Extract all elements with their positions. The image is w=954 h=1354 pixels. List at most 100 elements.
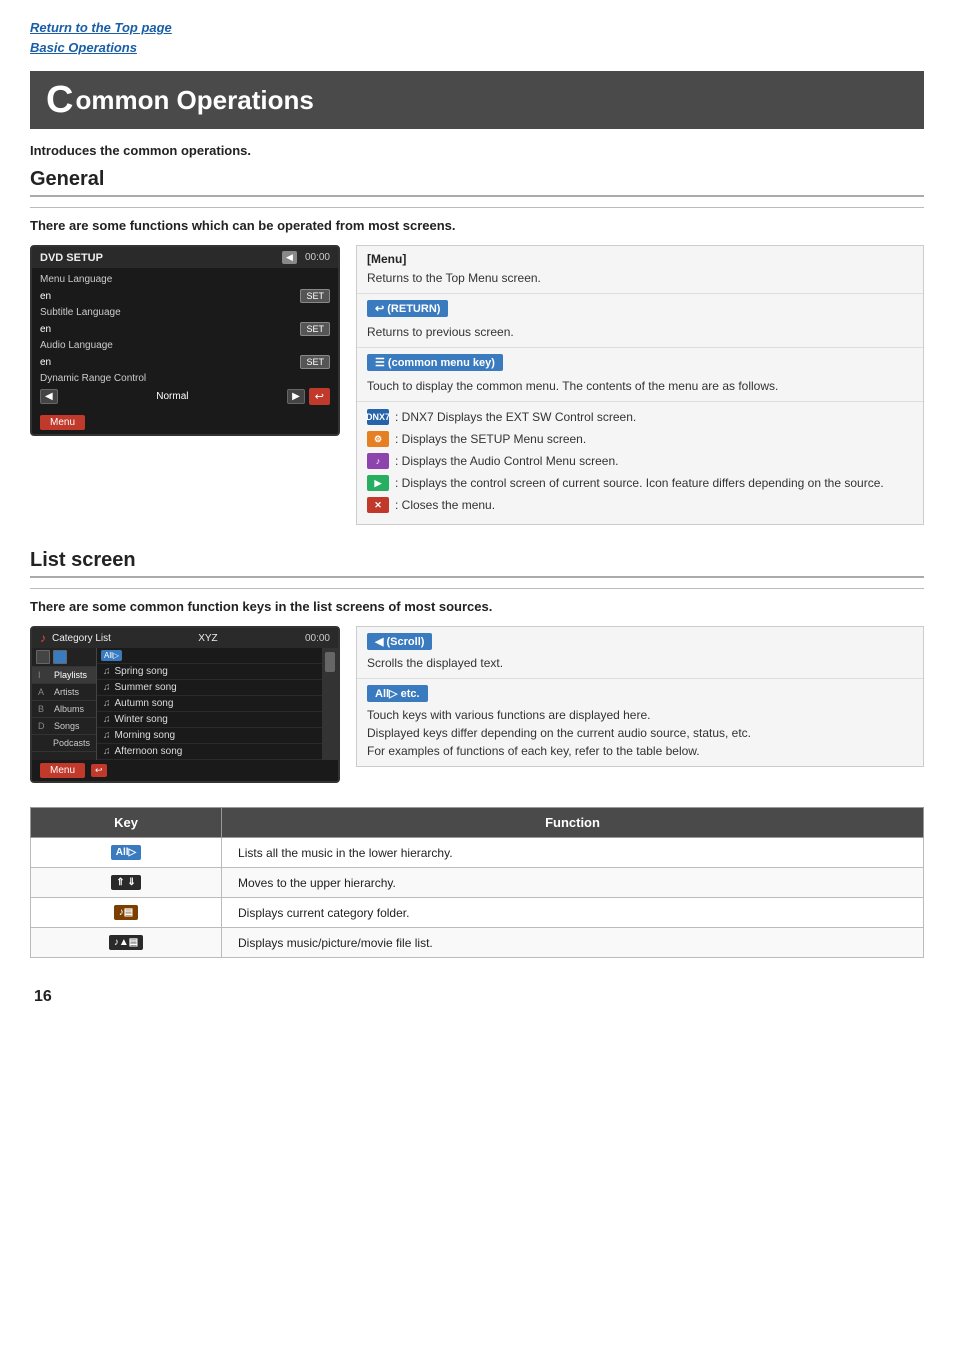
song-name-spring: Spring song bbox=[115, 666, 168, 677]
audio-lang-label: Audio Language bbox=[40, 340, 113, 351]
song-icon-summer: ♫ bbox=[103, 682, 111, 693]
menu-desc: Returns to the Top Menu screen. bbox=[367, 269, 913, 287]
cat-time: 00:00 bbox=[305, 633, 330, 644]
breadcrumb-link-top[interactable]: Return to the Top page bbox=[30, 18, 924, 38]
general-desc: There are some functions which can be op… bbox=[30, 218, 924, 233]
table-cell-function: Lists all the music in the lower hierarc… bbox=[222, 838, 924, 868]
normal-label: Normal bbox=[62, 391, 283, 402]
bullet-icon-setup: ⚙ bbox=[367, 431, 389, 447]
song-icon-spring: ♫ bbox=[103, 666, 111, 677]
table-cell-key: All▷ bbox=[31, 838, 222, 868]
dynamic-range-control: ◀ Normal ▶ ↩ bbox=[32, 386, 338, 407]
dynamic-range-label: Dynamic Range Control bbox=[40, 373, 146, 384]
cat-song-autumn[interactable]: ♫ Autumn song bbox=[97, 696, 322, 712]
menu-lang-value-row: en SET bbox=[32, 287, 338, 305]
cat-main: All▷ ♫ Spring song ♫ Summer song ♫ Aut bbox=[97, 648, 322, 760]
menu-lang-label: Menu Language bbox=[40, 274, 112, 285]
scroll-desc: Scrolls the displayed text. bbox=[367, 654, 913, 672]
key-cell-2: ♪▤ bbox=[47, 905, 205, 920]
bullet-dnx7-text: : DNX7 Displays the EXT SW Control scree… bbox=[395, 408, 636, 426]
cat-footer: Menu ↩ bbox=[32, 760, 338, 781]
cat-song-spring[interactable]: ♫ Spring song bbox=[97, 664, 322, 680]
bullet-icon-dnx7: DNX7 bbox=[367, 409, 389, 425]
all-btn-row: All▷ bbox=[97, 648, 322, 664]
dvd-screen-header: DVD SETUP ◀ 00:00 bbox=[32, 247, 338, 268]
cat-letter-d: D bbox=[38, 721, 50, 731]
cat-menu-btn[interactable]: Menu bbox=[40, 763, 85, 778]
table-cell-function: Moves to the upper hierarchy. bbox=[222, 868, 924, 898]
cat-icon: ♪ bbox=[40, 631, 46, 645]
cat-song-winter[interactable]: ♫ Winter song bbox=[97, 712, 322, 728]
key-badge-1: ⇑ ⇓ bbox=[111, 875, 141, 890]
return-key: ↩ (RETURN) bbox=[367, 300, 448, 317]
cat-sidebar-playlists[interactable]: I Playlists bbox=[32, 667, 96, 684]
table-cell-key: ♪▤ bbox=[31, 898, 222, 928]
dvd-header-icon: ◀ bbox=[282, 251, 297, 264]
list-two-col: ♪ Category List XYZ 00:00 bbox=[30, 626, 924, 783]
bullet-source: ▶ : Displays the control screen of curre… bbox=[367, 474, 913, 492]
bullet-source-text: : Displays the control screen of current… bbox=[395, 474, 884, 492]
cat-song-morning[interactable]: ♫ Morning song bbox=[97, 728, 322, 744]
bullet-audio: ♪ : Displays the Audio Control Menu scre… bbox=[367, 452, 913, 470]
cat-sidebar-songs[interactable]: D Songs bbox=[32, 718, 96, 735]
cat-letter-a: A bbox=[38, 687, 50, 697]
list-info-box: ◀ (Scroll) Scrolls the displayed text. A… bbox=[356, 626, 924, 767]
subtitle-lang-label: Subtitle Language bbox=[40, 307, 121, 318]
breadcrumb-link-basic[interactable]: Basic Operations bbox=[30, 38, 924, 58]
cat-label-artists: Artists bbox=[54, 687, 79, 697]
bullet-setup: ⚙ : Displays the SETUP Menu screen. bbox=[367, 430, 913, 448]
song-name-winter: Winter song bbox=[115, 714, 168, 725]
cat-label-podcasts: Podcasts bbox=[53, 738, 90, 748]
function-table: Key Function All▷Lists all the music in … bbox=[30, 807, 924, 958]
audio-lang-set[interactable]: SET bbox=[300, 355, 330, 369]
dvd-time: 00:00 bbox=[305, 252, 330, 263]
dvd-screen-mockup: DVD SETUP ◀ 00:00 Menu Language en SET bbox=[30, 245, 340, 436]
cat-back-btn[interactable]: ↩ bbox=[91, 764, 107, 777]
cat-screen-col: ♪ Category List XYZ 00:00 bbox=[30, 626, 340, 783]
general-info-col: [Menu] Returns to the Top Menu screen. ↩… bbox=[356, 245, 924, 525]
cat-icons-row bbox=[32, 648, 96, 667]
cat-header-left: ♪ Category List bbox=[40, 631, 111, 645]
table-row: ♪▲▤ Displays music/picture/movie file lis… bbox=[31, 928, 924, 958]
menu-lang-set[interactable]: SET bbox=[300, 289, 330, 303]
intro-text: Introduces the common operations. bbox=[30, 143, 924, 158]
arrow-right[interactable]: ▶ bbox=[287, 389, 305, 404]
song-name-summer: Summer song bbox=[115, 682, 177, 693]
menu-info: [Menu] Returns to the Top Menu screen. bbox=[357, 246, 923, 294]
general-two-col: DVD SETUP ◀ 00:00 Menu Language en SET bbox=[30, 245, 924, 525]
common-menu-key: ☰ (common menu key) bbox=[367, 354, 503, 371]
back-btn[interactable]: ↩ bbox=[309, 388, 330, 405]
key-badge-2: ♪▤ bbox=[114, 905, 138, 920]
song-icon-autumn: ♫ bbox=[103, 698, 111, 709]
key-cell-0: All▷ bbox=[47, 845, 205, 860]
subtitle-lang-set[interactable]: SET bbox=[300, 322, 330, 336]
list-screen-desc: There are some common function keys in t… bbox=[30, 599, 924, 614]
menu-btn[interactable]: Menu bbox=[40, 415, 85, 430]
general-info-box: [Menu] Returns to the Top Menu screen. ↩… bbox=[356, 245, 924, 525]
cat-label-songs: Songs bbox=[54, 721, 80, 731]
menu-heading: [Menu] bbox=[367, 252, 913, 266]
menu-lang-row: Menu Language bbox=[32, 272, 338, 287]
menu-lang-value: en bbox=[40, 291, 51, 302]
bullet-close-text: : Closes the menu. bbox=[395, 496, 495, 514]
cat-song-afternoon[interactable]: ♫ Afternoon song bbox=[97, 744, 322, 760]
return-desc: Returns to previous screen. bbox=[367, 323, 913, 341]
table-col-function: Function bbox=[222, 808, 924, 838]
all-btn[interactable]: All▷ bbox=[101, 650, 122, 661]
general-heading: General bbox=[30, 168, 924, 197]
page-title-box: C ommon Operations bbox=[30, 71, 924, 129]
cat-sidebar-podcasts[interactable]: Podcasts bbox=[32, 735, 96, 752]
cat-sidebar-albums[interactable]: B Albums bbox=[32, 701, 96, 718]
cat-screen-mockup: ♪ Category List XYZ 00:00 bbox=[30, 626, 340, 783]
bullet-icon-audio: ♪ bbox=[367, 453, 389, 469]
page-number: 16 bbox=[30, 988, 924, 1006]
cat-scrollbar[interactable] bbox=[322, 648, 338, 760]
key-cell-3: ♪▲▤ bbox=[47, 935, 205, 950]
cat-screen-header: ♪ Category List XYZ 00:00 bbox=[32, 628, 338, 648]
cat-xyz: XYZ bbox=[198, 633, 217, 644]
arrow-left[interactable]: ◀ bbox=[40, 389, 58, 404]
cat-song-summer[interactable]: ♫ Summer song bbox=[97, 680, 322, 696]
table-cell-function: Displays music/picture/movie file list. bbox=[222, 928, 924, 958]
table-cell-function: Displays current category folder. bbox=[222, 898, 924, 928]
cat-sidebar-artists[interactable]: A Artists bbox=[32, 684, 96, 701]
